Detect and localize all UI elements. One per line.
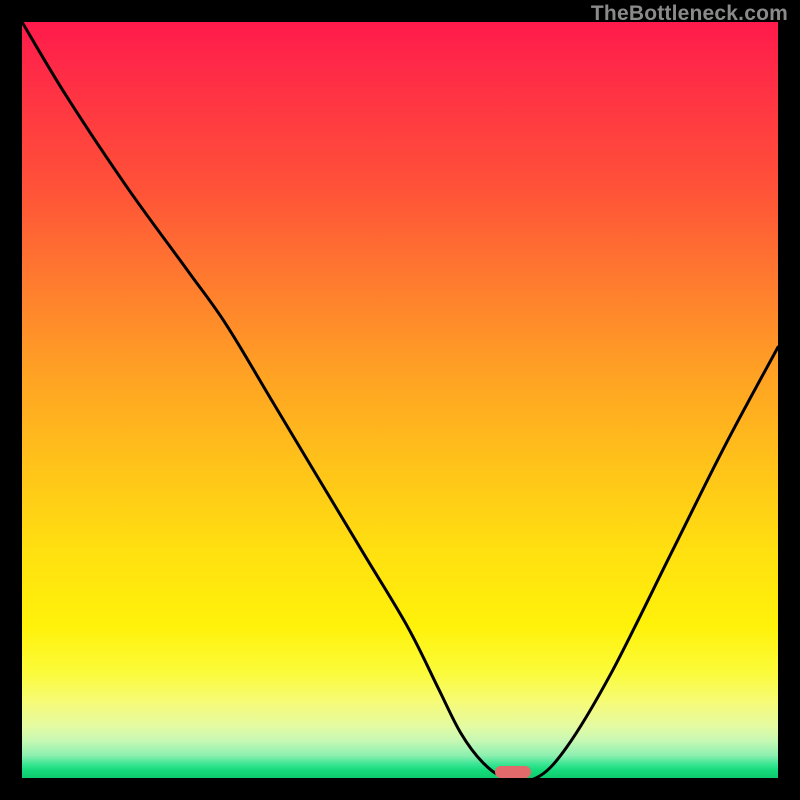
chart-frame: TheBottleneck.com [0,0,800,800]
plot-area [22,22,778,778]
bottleneck-curve [22,22,778,778]
optimal-marker [495,766,531,778]
